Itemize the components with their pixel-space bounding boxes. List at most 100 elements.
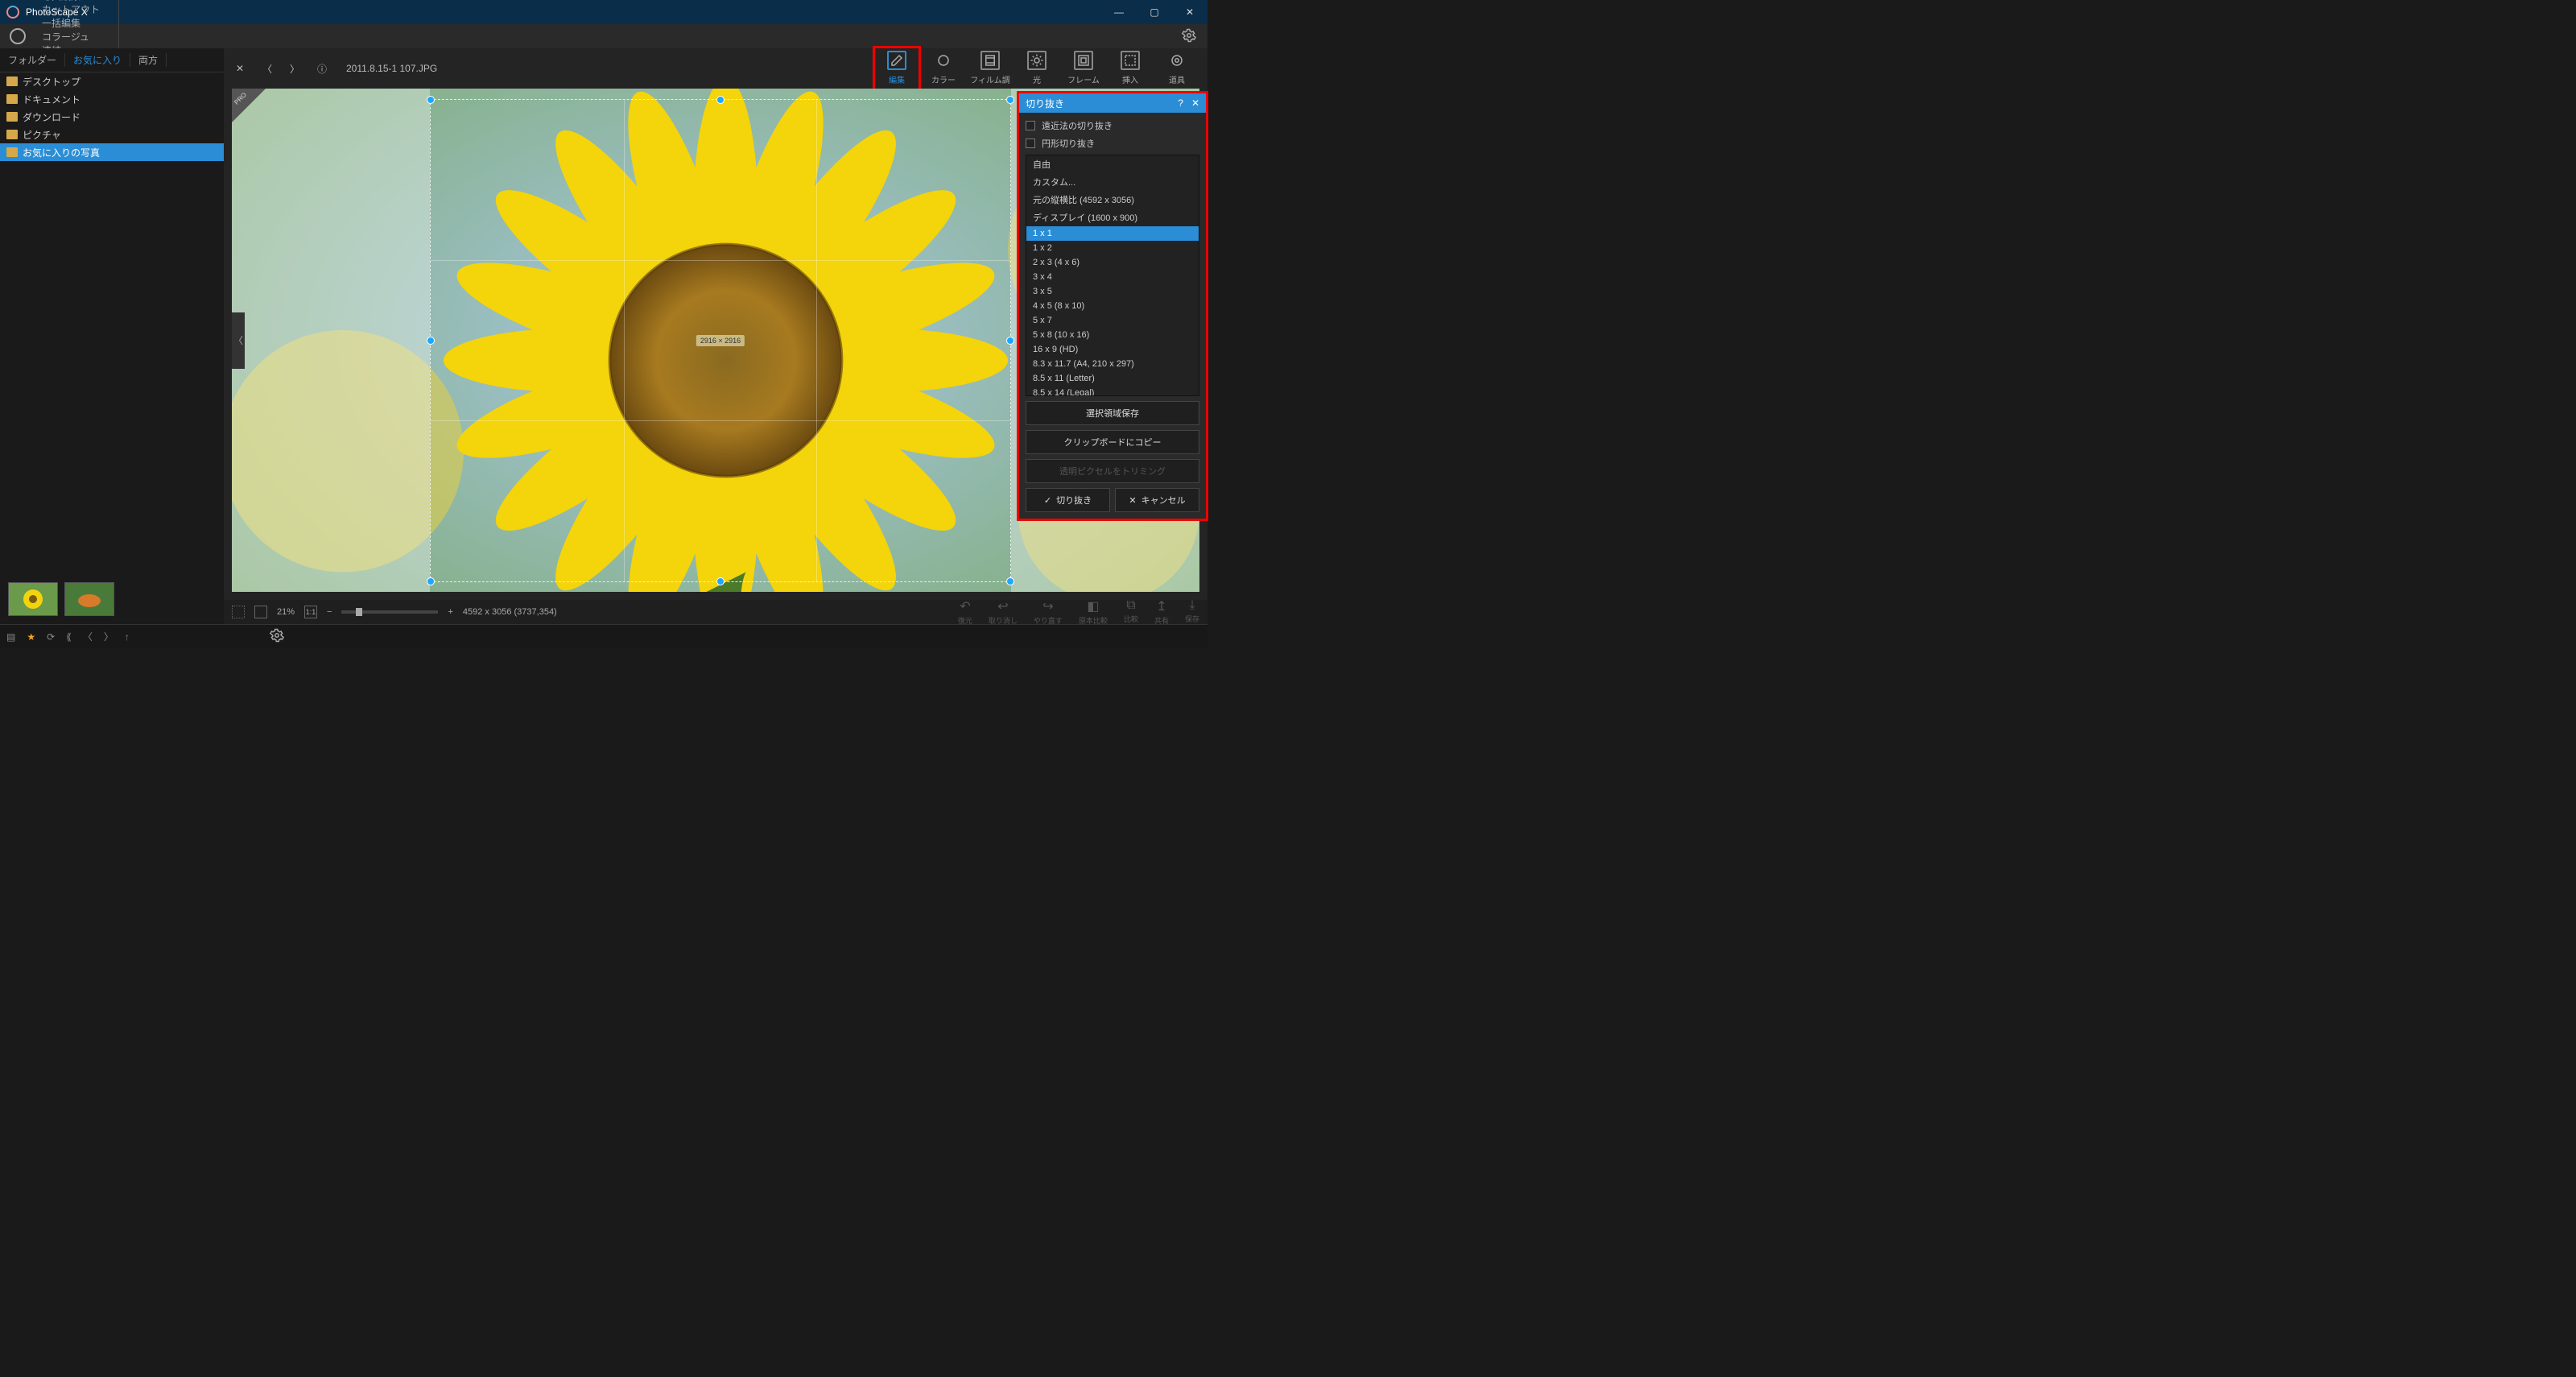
aspect-ratio-item[interactable]: 5 x 8 (10 x 16) (1026, 328, 1199, 342)
fit-button[interactable]: 1:1 (304, 606, 317, 618)
footer-settings-icon[interactable] (270, 628, 284, 645)
circle-crop-checkbox[interactable]: 円形切り抜き (1026, 137, 1199, 150)
edit-tool-film[interactable]: フィルム調 (968, 48, 1013, 85)
folder-item[interactable]: ドキュメント (0, 90, 224, 108)
edit-tool-light[interactable]: 光 (1014, 48, 1059, 85)
folder-icon (6, 130, 18, 139)
thumbnail[interactable] (64, 582, 114, 616)
footer-action-3[interactable]: ◧原本比較 (1079, 598, 1108, 626)
crop-rectangle[interactable]: 2916 × 2916 (430, 99, 1010, 582)
folder-item[interactable]: ピクチャ (0, 126, 224, 143)
folder-tab-folder[interactable]: フォルダー (0, 53, 65, 67)
zoom-out-button[interactable]: − (327, 607, 332, 617)
menu-icon[interactable]: ▤ (6, 631, 15, 643)
apply-crop-button[interactable]: ✓ 切り抜き (1026, 488, 1110, 512)
crop-handle[interactable] (427, 337, 435, 345)
aspect-ratio-item[interactable]: 1 x 2 (1026, 241, 1199, 255)
aspect-ratio-item[interactable]: 2 x 3 (4 x 6) (1026, 255, 1199, 270)
aspect-ratio-item[interactable]: 1 x 1 (1026, 226, 1199, 241)
folder-tab-favorites[interactable]: お気に入り (65, 53, 130, 67)
aspect-ratio-item[interactable]: 16 x 9 (HD) (1026, 342, 1199, 357)
aspect-ratio-item[interactable]: 自由 (1026, 155, 1199, 173)
aspect-ratio-item[interactable]: カスタム... (1026, 173, 1199, 191)
crop-handle[interactable] (716, 96, 724, 104)
zoom-percent-label: 21% (277, 607, 295, 617)
tool-label: 道具 (1169, 73, 1185, 85)
aspect-ratio-list[interactable]: 自由カスタム...元の縦横比 (4592 x 3056)ディスプレイ (1600… (1026, 155, 1199, 396)
edit-tool-tools[interactable]: 道具 (1154, 48, 1199, 85)
prev-icon[interactable]: 〈 (83, 630, 93, 643)
tool-label: 挿入 (1122, 73, 1138, 85)
save-region-button[interactable]: 選択領域保存 (1026, 401, 1199, 425)
zoom-slider[interactable] (341, 610, 438, 614)
cancel-crop-button[interactable]: ✕ キャンセル (1115, 488, 1199, 512)
folder-label: ピクチャ (23, 128, 61, 142)
grid-icon[interactable] (232, 606, 245, 618)
sidebar: フォルダー お気に入り 両方 デスクトップドキュメントダウンロードピクチャお気に… (0, 48, 224, 624)
background-icon[interactable] (254, 606, 267, 618)
crop-handle[interactable] (1006, 337, 1014, 345)
help-icon[interactable]: ? (1178, 97, 1183, 109)
first-icon[interactable]: ⟪ (66, 631, 72, 643)
prev-image-icon[interactable]: 〈 (259, 60, 275, 76)
thumbnail[interactable] (8, 582, 58, 616)
edit-tool-frame[interactable]: フレーム (1061, 48, 1106, 85)
canvas-footer: 21% 1:1 − + 4592 x 3056 (3737,354) ↶復元↩取… (224, 600, 1208, 624)
edit-tool-insert[interactable]: 挿入 (1108, 48, 1153, 85)
crop-handle[interactable] (427, 96, 435, 104)
window-minimize-button[interactable]: — (1113, 6, 1125, 18)
edit-tool-tabs: 編集カラーフィルム調光フレーム挿入 道具 (874, 48, 1199, 90)
info-icon[interactable]: ⓘ (314, 60, 330, 76)
thumbnail-strip (0, 574, 224, 624)
close-image-icon[interactable]: ✕ (232, 60, 248, 76)
aspect-ratio-item[interactable]: 4 x 5 (8 x 10) (1026, 299, 1199, 313)
canvas-header: ✕ 〈 〉 ⓘ 2011.8.15-1 107.JPG 編集カラーフィルム調光フ… (224, 48, 1208, 89)
crop-handle[interactable] (1006, 577, 1014, 585)
aspect-ratio-item[interactable]: 8.3 x 11.7 (A4, 210 x 297) (1026, 357, 1199, 371)
copy-clipboard-button[interactable]: クリップボードにコピー (1026, 430, 1199, 454)
up-icon[interactable]: ↑ (125, 631, 130, 643)
edit-tool-edit[interactable]: 編集 (874, 48, 919, 90)
next-image-icon[interactable]: 〉 (287, 60, 303, 76)
footer-action-2[interactable]: ↪やり直す (1034, 598, 1063, 626)
app-footer: ▤ ★ ⟳ ⟪ 〈 〉 ↑ (0, 624, 1208, 648)
film-icon (980, 51, 1000, 70)
expand-sidebar-handle[interactable]: 〈 (232, 312, 245, 369)
aspect-ratio-item[interactable]: 3 x 5 (1026, 284, 1199, 299)
aspect-ratio-item[interactable]: 3 x 4 (1026, 270, 1199, 284)
window-maximize-button[interactable]: ▢ (1148, 6, 1161, 18)
edit-tool-color[interactable]: カラー (921, 48, 966, 85)
aspect-ratio-item[interactable]: 5 x 7 (1026, 313, 1199, 328)
window-close-button[interactable]: ✕ (1183, 6, 1196, 18)
footer-action-5[interactable]: ↥共有 (1154, 598, 1169, 626)
folder-list: デスクトップドキュメントダウンロードピクチャお気に入りの写真 (0, 72, 224, 161)
home-icon[interactable] (10, 28, 26, 44)
footer-action-6[interactable]: ⤓保存 (1185, 598, 1199, 626)
settings-gear-icon[interactable] (1174, 28, 1204, 45)
folder-item[interactable]: お気に入りの写真 (0, 143, 224, 161)
folder-tab-both[interactable]: 両方 (130, 53, 167, 67)
folder-item[interactable]: ダウンロード (0, 108, 224, 126)
zoom-in-button[interactable]: + (448, 607, 452, 617)
main-tab[interactable]: 一括編集 (32, 16, 119, 30)
main-tab[interactable]: コラージュ (32, 30, 119, 43)
crop-handle[interactable] (716, 577, 724, 585)
crop-handle[interactable] (427, 577, 435, 585)
perspective-crop-checkbox[interactable]: 遠近法の切り抜き (1026, 119, 1199, 132)
footer-action-0[interactable]: ↶復元 (958, 598, 972, 626)
aspect-ratio-item[interactable]: ディスプレイ (1600 x 900) (1026, 209, 1199, 226)
favorite-icon[interactable]: ★ (27, 631, 35, 643)
next-icon[interactable]: 〉 (104, 630, 114, 643)
folder-icon (6, 76, 18, 86)
main-tab[interactable]: カットアウト (32, 2, 119, 16)
folder-item[interactable]: デスクトップ (0, 72, 224, 90)
refresh-icon[interactable]: ⟳ (47, 631, 55, 643)
aspect-ratio-item[interactable]: 8.5 x 14 (Legal) (1026, 386, 1199, 396)
footer-action-4[interactable]: ⧉比較 (1124, 598, 1138, 626)
aspect-ratio-item[interactable]: 8.5 x 11 (Letter) (1026, 371, 1199, 386)
crop-handle[interactable] (1006, 96, 1014, 104)
checkbox-icon (1026, 139, 1035, 148)
aspect-ratio-item[interactable]: 元の縦横比 (4592 x 3056) (1026, 191, 1199, 209)
footer-action-1[interactable]: ↩取り消し (989, 598, 1018, 626)
close-panel-icon[interactable]: ✕ (1191, 97, 1199, 109)
